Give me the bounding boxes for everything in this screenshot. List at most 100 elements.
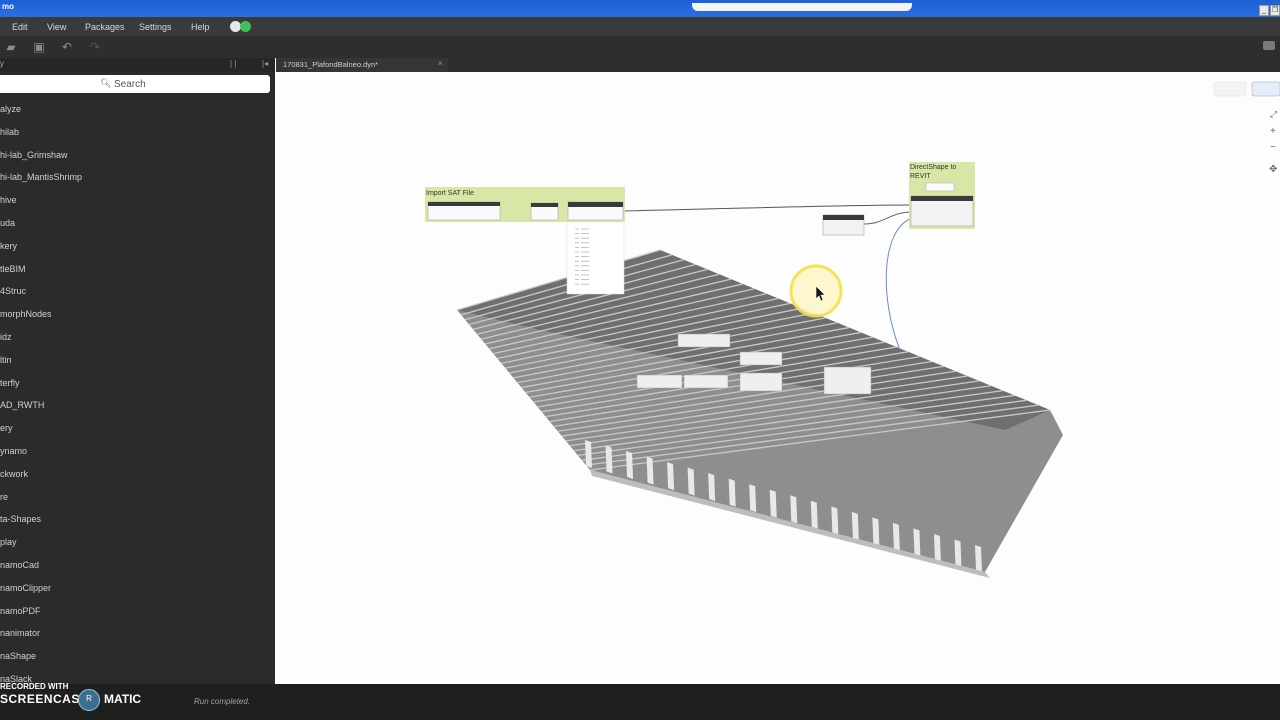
library-item[interactable]: ta-Shapes bbox=[0, 508, 275, 531]
node-floating[interactable] bbox=[683, 374, 729, 389]
library-item[interactable]: terfly bbox=[0, 372, 275, 395]
search-icon: 🔍︎ bbox=[100, 78, 112, 88]
library-item[interactable]: uda bbox=[0, 212, 275, 235]
zoom-in-icon[interactable]: + bbox=[1270, 126, 1276, 137]
minimize-icon[interactable]: _ bbox=[1259, 5, 1269, 16]
watermark-brand-b: MATIC bbox=[104, 692, 142, 706]
close-tab-icon[interactable]: × bbox=[438, 59, 443, 68]
library-item[interactable]: hive bbox=[0, 189, 275, 212]
camera-icon[interactable] bbox=[1263, 41, 1275, 50]
fin-plate bbox=[728, 478, 736, 507]
toolbar: ▰ ▣ ↶ ↷ bbox=[0, 36, 1280, 58]
library-item[interactable]: play bbox=[0, 531, 275, 554]
library-item[interactable]: ckwork bbox=[0, 463, 275, 486]
library-item[interactable]: nanimator bbox=[0, 622, 275, 645]
titlebar-center-tab bbox=[692, 3, 912, 11]
fin-plate bbox=[831, 506, 839, 535]
library-item[interactable]: naShape bbox=[0, 645, 275, 668]
fin-plate bbox=[954, 539, 962, 568]
workspace-canvas[interactable]: Import SAT File DirectShape to REVIT ⤢ +… bbox=[276, 72, 1280, 684]
library-item[interactable]: idz bbox=[0, 326, 275, 349]
undo-icon[interactable]: ↶ bbox=[60, 40, 74, 54]
node-floating[interactable] bbox=[739, 372, 783, 392]
node-header bbox=[823, 215, 864, 220]
library-item[interactable]: ery bbox=[0, 417, 275, 440]
fin-plate bbox=[892, 522, 900, 551]
library-item[interactable]: 4Struc bbox=[0, 280, 275, 303]
menu-view[interactable]: View bbox=[47, 22, 66, 32]
run-status: Run completed. bbox=[194, 697, 251, 706]
fin-plate bbox=[687, 467, 695, 496]
library-item[interactable]: ltin bbox=[0, 349, 275, 372]
canvas-svg: Import SAT File DirectShape to REVIT ⤢ +… bbox=[425, 81, 1280, 578]
wire bbox=[622, 204, 913, 212]
tab-workspace[interactable]: 170831_PlafondBalneo.dyn* × bbox=[276, 58, 448, 72]
geometry-toggle-icon[interactable] bbox=[230, 21, 251, 32]
fin-plate bbox=[749, 484, 757, 513]
search-placeholder: Search bbox=[114, 79, 146, 90]
app-title: mo bbox=[2, 2, 14, 11]
library-item[interactable]: hi-lab_Grimshaw bbox=[0, 144, 275, 167]
fin-plate bbox=[605, 445, 613, 474]
library-separator-icon: | | bbox=[230, 59, 237, 68]
fin-plate bbox=[769, 489, 777, 518]
node-header bbox=[911, 196, 973, 201]
menu-settings[interactable]: Settings bbox=[139, 22, 172, 32]
library-item[interactable]: re bbox=[0, 486, 275, 509]
node-floating[interactable] bbox=[823, 366, 872, 395]
library-list: alyze hilab hi-lab_Grimshaw hi-lab_Manti… bbox=[0, 98, 275, 684]
node-floating[interactable] bbox=[636, 374, 683, 389]
library-item[interactable]: ynamo bbox=[0, 440, 275, 463]
fin-plate bbox=[975, 545, 982, 573]
menu-packages[interactable]: Packages bbox=[85, 22, 125, 32]
menubar: Edit View Packages Settings Help bbox=[0, 17, 1280, 36]
statusbar: RECORDED WITH SCREENCAST R MATIC Run com… bbox=[0, 682, 1280, 720]
save-icon[interactable]: ▣ bbox=[32, 40, 46, 54]
library-item[interactable]: hilab bbox=[0, 121, 275, 144]
library-sidebar: 🔍︎ Search alyze hilab hi-lab_Grimshaw hi… bbox=[0, 72, 275, 684]
tab-label: 170831_PlafondBalneo.dyn* bbox=[283, 60, 379, 69]
library-item[interactable]: namoCad bbox=[0, 554, 275, 577]
library-item[interactable]: alyze bbox=[0, 98, 275, 121]
library-item[interactable]: hi-lab_MantisShrimp bbox=[0, 166, 275, 189]
library-item[interactable]: morphNodes bbox=[0, 303, 275, 326]
library-item[interactable]: tleBIM bbox=[0, 258, 275, 281]
fin-plate bbox=[851, 511, 859, 540]
node-header bbox=[568, 202, 623, 207]
node-header bbox=[428, 202, 500, 206]
restore-icon[interactable]: ❐ bbox=[1270, 5, 1280, 16]
fin-plate bbox=[790, 495, 798, 524]
fin-plate bbox=[646, 456, 654, 485]
fin-plate bbox=[626, 451, 634, 480]
library-item[interactable]: AD_RWTH bbox=[0, 394, 275, 417]
library-item[interactable]: namoPDF bbox=[0, 600, 275, 623]
library-search-input[interactable]: 🔍︎ Search bbox=[0, 75, 270, 93]
fin-plate bbox=[810, 500, 818, 529]
fin-plate bbox=[708, 473, 716, 502]
library-header: y | | |◂ bbox=[0, 58, 275, 72]
watermark-recorded: RECORDED WITH bbox=[0, 682, 69, 691]
library-item[interactable]: namoClipper bbox=[0, 577, 275, 600]
collapse-library-icon[interactable]: |◂ bbox=[262, 59, 268, 68]
window-titlebar: mo _ ❐ bbox=[0, 0, 1280, 17]
geometry-view-toggle-icon[interactable] bbox=[1213, 81, 1247, 97]
zoom-out-icon[interactable]: − bbox=[1270, 142, 1276, 153]
geometry-preview bbox=[456, 249, 1063, 578]
node-floating[interactable] bbox=[739, 351, 783, 366]
node-floating[interactable] bbox=[677, 333, 731, 348]
watch-preview-list bbox=[566, 221, 625, 295]
library-item[interactable]: kery bbox=[0, 235, 275, 258]
window-controls: _ ❐ bbox=[1259, 5, 1280, 16]
canvas-view-controls: ⤢ + − ✥ bbox=[1213, 81, 1280, 175]
library-title: y bbox=[0, 59, 4, 68]
zoom-fit-icon[interactable]: ⤢ bbox=[1269, 109, 1277, 119]
open-icon[interactable]: ▰ bbox=[4, 40, 18, 54]
graph-view-toggle-icon[interactable] bbox=[1251, 81, 1280, 97]
node-string[interactable] bbox=[925, 182, 955, 192]
menu-edit[interactable]: Edit bbox=[12, 22, 28, 32]
pan-icon[interactable]: ✥ bbox=[1269, 164, 1277, 175]
watermark-brand-a: SCREENCAST bbox=[0, 692, 88, 706]
redo-icon[interactable]: ↷ bbox=[88, 40, 102, 54]
menu-help[interactable]: Help bbox=[191, 22, 210, 32]
fin-plate bbox=[872, 517, 880, 546]
